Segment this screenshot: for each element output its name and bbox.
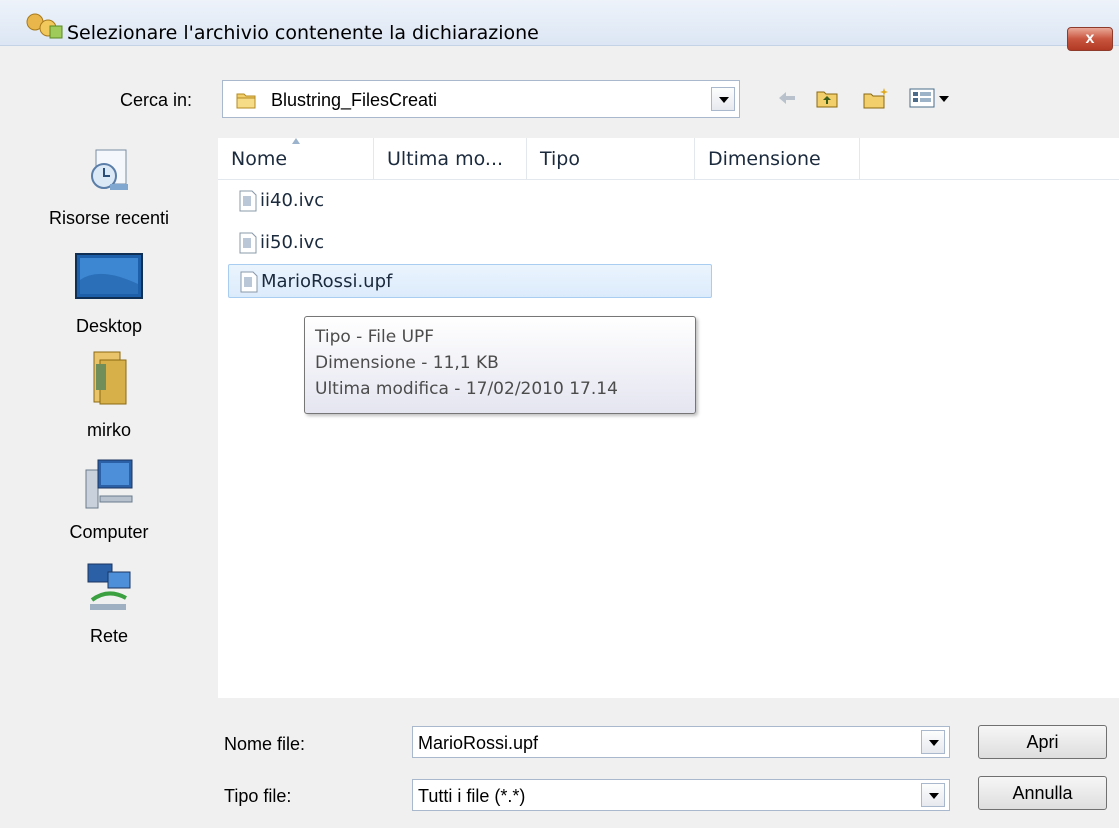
place-label: Risorse recenti — [48, 208, 170, 228]
filename-input[interactable]: MarioRossi.upf — [412, 726, 950, 758]
file-name: ii40.ivc — [260, 190, 325, 211]
place-label: Computer — [69, 522, 149, 542]
recent-places-icon — [91, 149, 128, 190]
file-info-tooltip: Tipo - File UPF Dimensione - 11,1 KB Ult… — [304, 316, 696, 414]
close-button[interactable]: x — [1067, 27, 1113, 51]
network-icon — [87, 563, 131, 610]
file-list[interactable]: Nome Ultima mo... Tipo Dimensione ii40.i… — [218, 138, 1119, 698]
place-label: Rete — [89, 626, 129, 646]
tooltip-type: Tipo - File UPF — [315, 327, 435, 347]
place-user[interactable]: mirko — [0, 350, 218, 450]
place-desktop[interactable]: Desktop — [0, 246, 218, 346]
file-row[interactable]: ii40.ivc — [228, 184, 712, 218]
open-button[interactable]: Apri — [978, 725, 1107, 759]
look-in-dropdown[interactable]: Blustring_FilesCreati — [222, 80, 740, 118]
place-network[interactable]: Rete — [0, 558, 218, 658]
close-icon: x — [1085, 30, 1095, 47]
back-icon[interactable] — [775, 86, 799, 110]
title-bar: Selezionare l'archivio contenente la dic… — [0, 0, 1119, 51]
filename-label: Nome file: — [224, 734, 306, 754]
user-folder-icon — [93, 351, 127, 405]
filetype-select[interactable]: Tutti i file (*.*) — [412, 779, 950, 811]
column-header-modified[interactable]: Ultima mo... — [374, 138, 527, 180]
chevron-down-icon[interactable] — [921, 783, 945, 807]
file-icon — [240, 271, 258, 293]
tooltip-modified: Ultima modifica - 17/02/2010 17.14 — [315, 379, 618, 399]
file-row-selected[interactable]: MarioRossi.upf — [228, 264, 712, 298]
tooltip-size: Dimensione - 11,1 KB — [315, 353, 499, 373]
sort-ascending-icon — [292, 138, 300, 144]
column-header-row: Nome Ultima mo... Tipo Dimensione — [218, 138, 1119, 180]
desktop-icon — [75, 253, 143, 299]
views-menu-icon[interactable] — [908, 86, 954, 110]
column-header-size[interactable]: Dimensione — [695, 138, 860, 180]
up-folder-icon[interactable] — [815, 86, 839, 110]
column-header-type[interactable]: Tipo — [527, 138, 695, 180]
new-folder-icon[interactable] — [862, 86, 892, 110]
file-name: MarioRossi.upf — [261, 271, 393, 292]
computer-icon — [85, 459, 133, 509]
look-in-label: Cerca in: — [120, 90, 193, 110]
chevron-down-icon[interactable] — [921, 730, 945, 754]
place-computer[interactable]: Computer — [0, 454, 218, 554]
filetype-label: Tipo file: — [224, 786, 292, 806]
file-icon — [239, 190, 257, 212]
file-row[interactable]: ii50.ivc — [228, 226, 712, 260]
look-in-value: Blustring_FilesCreati — [271, 90, 438, 110]
place-label: mirko — [87, 420, 131, 440]
file-name: ii50.ivc — [260, 232, 325, 253]
column-header-name[interactable]: Nome — [218, 138, 374, 180]
file-icon — [239, 232, 257, 254]
place-recent[interactable]: Risorse recenti — [0, 138, 218, 238]
filetype-value: Tutti i file (*.*) — [418, 786, 526, 806]
chevron-down-icon[interactable] — [711, 87, 735, 111]
window-title: Selezionare l'archivio contenente la dic… — [67, 22, 539, 44]
folder-icon — [236, 93, 256, 109]
places-bar: Risorse recenti Desktop mirko Computer R… — [0, 138, 218, 698]
app-icon — [26, 13, 63, 39]
filename-value: MarioRossi.upf — [418, 733, 539, 753]
place-label: Desktop — [75, 316, 143, 336]
cancel-button[interactable]: Annulla — [978, 776, 1107, 810]
